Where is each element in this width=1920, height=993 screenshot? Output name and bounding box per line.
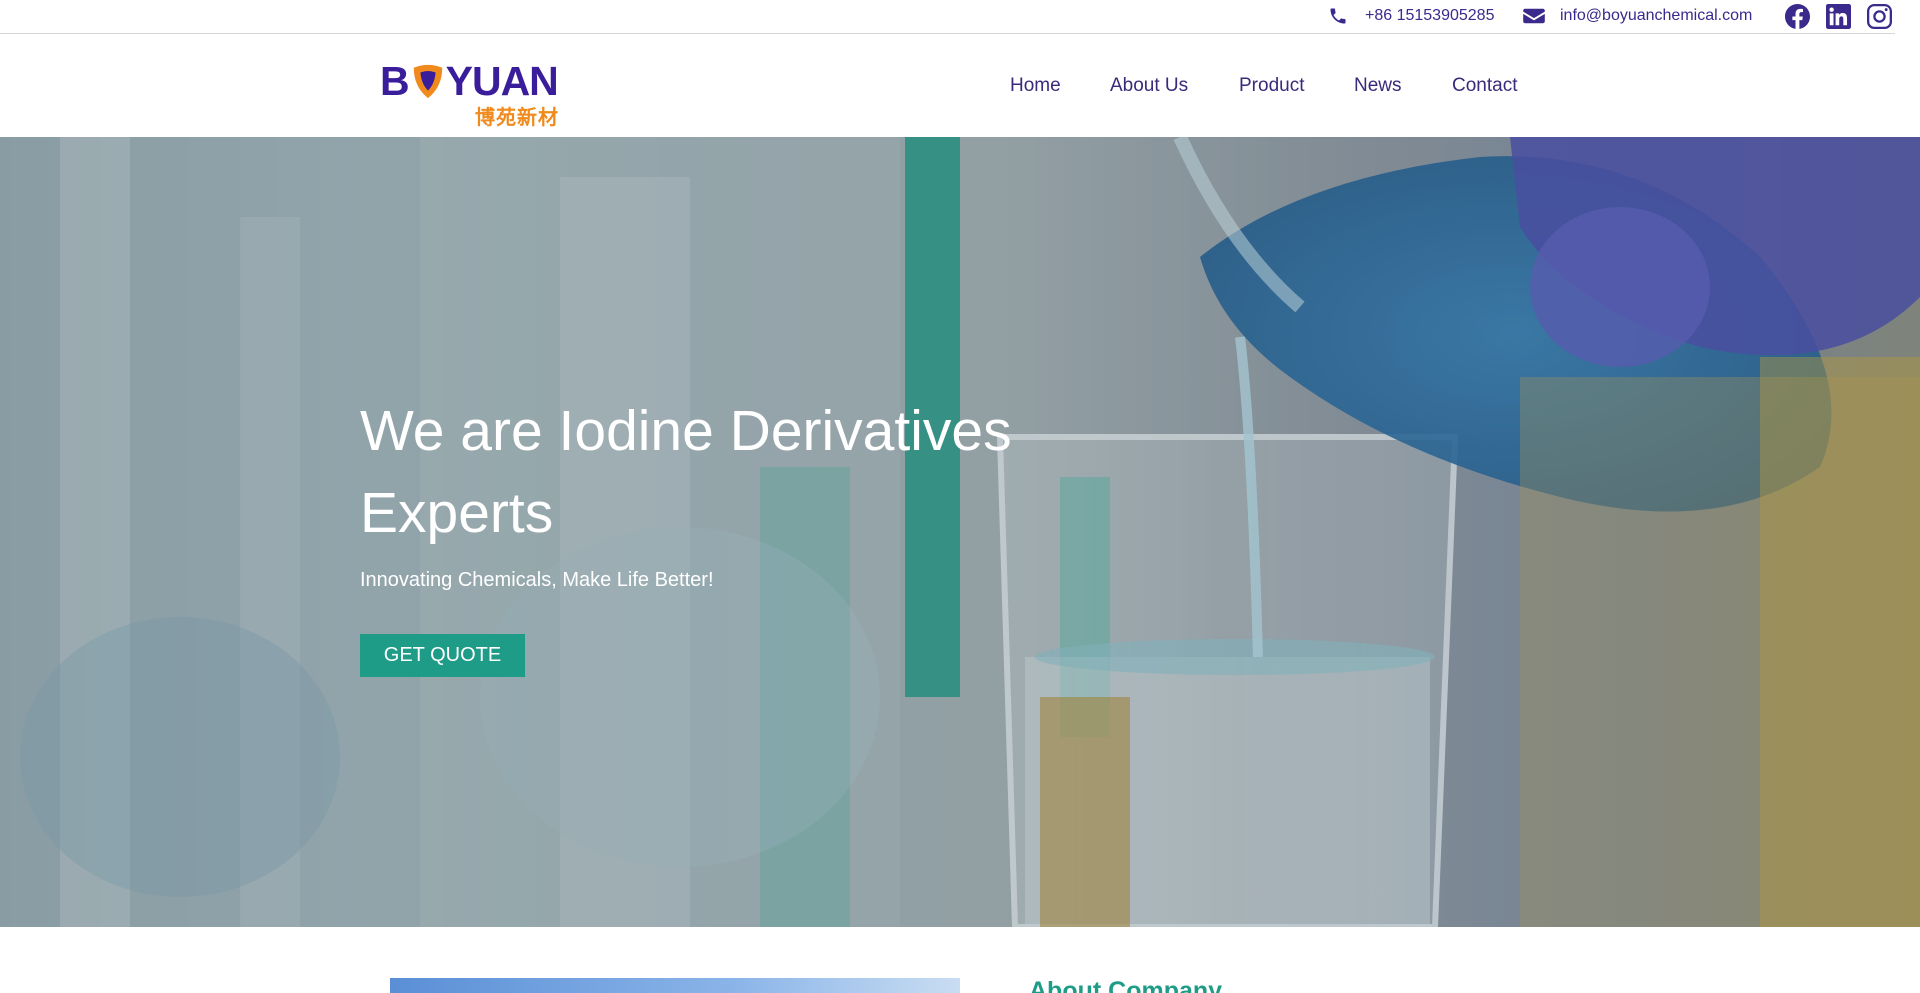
nav-item-about-us[interactable]: About Us — [1110, 75, 1188, 97]
boyuan-logo[interactable]: B YUAN 博苑新材 — [380, 57, 570, 130]
hero-banner: We are Iodine Derivatives Experts Innova… — [0, 137, 1920, 927]
phone-icon — [1330, 8, 1346, 24]
logo-shield-icon — [413, 64, 442, 99]
email-link[interactable]: info@boyuanchemical.com — [1523, 0, 1752, 32]
phone-number: +86 15153905285 — [1365, 7, 1495, 24]
logo-chinese-text: 博苑新材 — [475, 105, 559, 129]
hero-title: We are Iodine Derivatives Experts — [360, 399, 1012, 545]
linkedin-icon[interactable] — [1825, 3, 1851, 29]
site-header: B YUAN 博苑新材 Home About Us Product News C… — [0, 34, 1920, 137]
instagram-icon[interactable] — [1866, 3, 1892, 29]
nav-item-contact[interactable]: Contact — [1452, 75, 1517, 97]
about-company-image — [390, 978, 960, 993]
logo-wordmark: B YUAN — [380, 57, 559, 104]
about-company-heading: About Company — [1029, 977, 1223, 993]
top-contact-bar: +86 15153905285 info@boyuanchemical.com — [0, 0, 1895, 34]
facebook-icon[interactable] — [1784, 3, 1810, 29]
logo-letters-yuan: YUAN — [445, 57, 559, 104]
logo-letter-b: B — [380, 57, 410, 104]
nav-item-product[interactable]: Product — [1239, 75, 1304, 97]
envelope-icon — [1523, 8, 1545, 24]
get-quote-button[interactable]: GET QUOTE — [360, 634, 525, 677]
nav-item-news[interactable]: News — [1354, 75, 1402, 97]
nav-item-home[interactable]: Home — [1010, 75, 1061, 97]
hero-subtitle: Innovating Chemicals, Make Life Better! — [360, 569, 714, 591]
phone-link[interactable]: +86 15153905285 — [1328, 0, 1494, 32]
email-address: info@boyuanchemical.com — [1560, 7, 1753, 24]
